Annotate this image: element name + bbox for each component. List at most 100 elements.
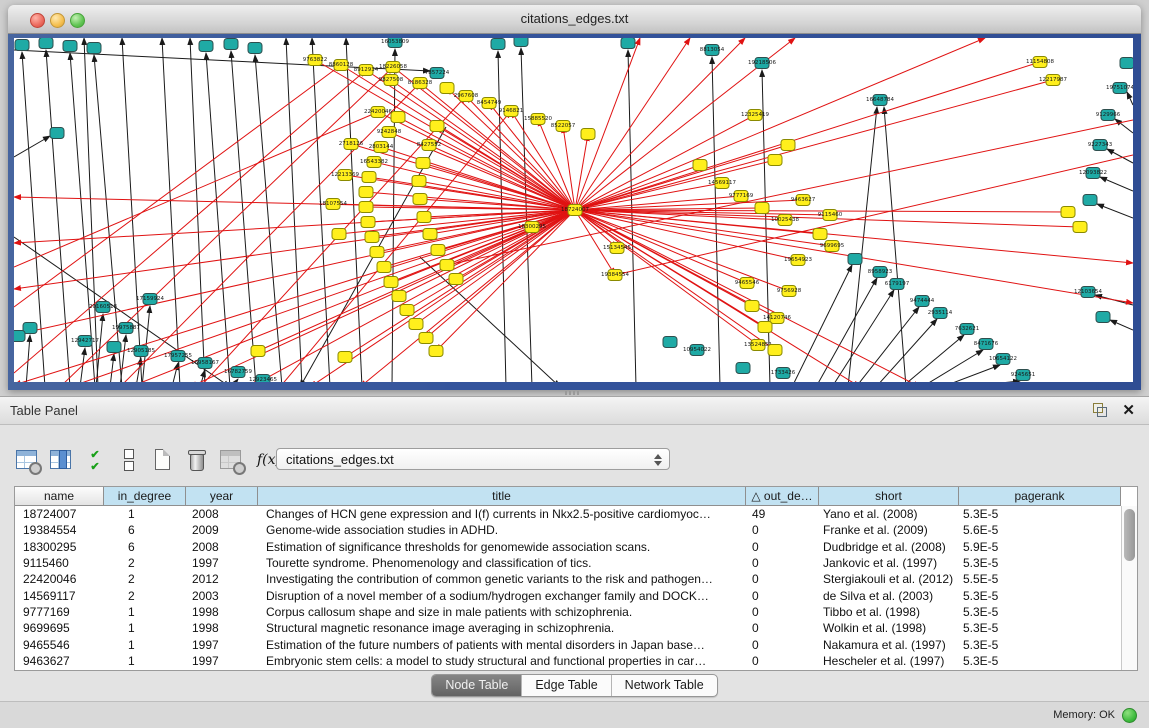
- graph-node[interactable]: [491, 39, 505, 50]
- graph-node[interactable]: [413, 194, 427, 205]
- panel-divider-grip[interactable]: [565, 391, 581, 395]
- memory-status-indicator[interactable]: [1122, 708, 1137, 723]
- column-header-pagerank[interactable]: pagerank: [959, 487, 1121, 506]
- graph-node[interactable]: [392, 291, 406, 302]
- graph-node[interactable]: [248, 43, 262, 54]
- graph-node[interactable]: [400, 305, 414, 316]
- graph-node[interactable]: [15, 40, 29, 51]
- graph-node[interactable]: [370, 247, 384, 258]
- graph-node[interactable]: [1083, 195, 1097, 206]
- graph-node[interactable]: [514, 38, 528, 47]
- cell: 1: [104, 637, 186, 653]
- create-column-icon[interactable]: [150, 447, 176, 473]
- graph-node[interactable]: [429, 346, 443, 357]
- graph-node[interactable]: [14, 331, 25, 342]
- table-row[interactable]: 1872400712008Changes of HCN gene express…: [15, 506, 1137, 522]
- graph-node[interactable]: [423, 229, 437, 240]
- table-row[interactable]: 1938455462009Genome-wide association stu…: [15, 522, 1137, 538]
- table-scrollbar[interactable]: [1121, 506, 1137, 670]
- graph-node[interactable]: [39, 38, 53, 49]
- graph-node[interactable]: [224, 39, 238, 50]
- column-header-in_degree[interactable]: in_degree: [104, 487, 186, 506]
- graph-node[interactable]: [50, 128, 64, 139]
- graph-node[interactable]: [416, 158, 430, 169]
- graph-node[interactable]: [431, 245, 445, 256]
- column-visibility-icon[interactable]: [48, 447, 74, 473]
- graph-node-label: 9756928: [777, 288, 802, 294]
- graph-node[interactable]: [693, 160, 707, 171]
- graph-node[interactable]: [251, 346, 265, 357]
- row-selection-icon[interactable]: ✔✔: [82, 447, 108, 473]
- graph-node[interactable]: [781, 140, 795, 151]
- table-scrollbar-thumb[interactable]: [1124, 509, 1135, 561]
- graph-node[interactable]: [417, 212, 431, 223]
- graph-node[interactable]: [63, 41, 77, 52]
- graph-node-label: 9465546: [735, 280, 760, 286]
- graph-node[interactable]: [768, 345, 782, 356]
- graph-node[interactable]: [391, 112, 405, 123]
- column-header-name[interactable]: name: [15, 487, 104, 506]
- graph-node[interactable]: [338, 352, 352, 363]
- graph-node[interactable]: [384, 277, 398, 288]
- cell: 1: [104, 506, 186, 522]
- graph-node[interactable]: [377, 262, 391, 273]
- table-row[interactable]: 911546021997Tourette syndrome. Phenomeno…: [15, 555, 1137, 571]
- graph-node[interactable]: [365, 232, 379, 243]
- column-header-short[interactable]: short: [819, 487, 959, 506]
- graph-node[interactable]: [745, 301, 759, 312]
- tab-node-table[interactable]: Node Table: [432, 675, 521, 696]
- column-header-year[interactable]: year: [186, 487, 258, 506]
- table-row[interactable]: 2242004622012Investigating the contribut…: [15, 571, 1137, 587]
- graph-node[interactable]: [621, 38, 635, 49]
- table-row[interactable]: 969969511998Structural magnetic resonanc…: [15, 620, 1137, 636]
- graph-node[interactable]: [736, 363, 750, 374]
- table-selector[interactable]: citations_edges.txt: [276, 448, 670, 470]
- graph-node[interactable]: [663, 337, 677, 348]
- tab-network-table[interactable]: Network Table: [611, 675, 717, 696]
- float-panel-icon[interactable]: [1093, 403, 1107, 417]
- graph-node[interactable]: [409, 319, 423, 330]
- graph-node[interactable]: [361, 217, 375, 228]
- graph-node[interactable]: [1120, 58, 1133, 69]
- table-mode-icon[interactable]: [14, 447, 40, 473]
- graph-node[interactable]: [332, 229, 346, 240]
- column-header-title[interactable]: title: [258, 487, 746, 506]
- graph-node[interactable]: [768, 155, 782, 166]
- graph-node[interactable]: [430, 121, 444, 132]
- graph-node[interactable]: [87, 43, 101, 54]
- tab-edge-table[interactable]: Edge Table: [521, 675, 610, 696]
- graph-node[interactable]: [758, 322, 772, 333]
- table-row[interactable]: 946554611997Estimation of the future num…: [15, 636, 1137, 652]
- delete-column-icon[interactable]: [184, 447, 210, 473]
- graph-node[interactable]: [199, 41, 213, 52]
- graph-node[interactable]: [107, 342, 121, 353]
- graph-node[interactable]: [440, 83, 454, 94]
- graph-node[interactable]: [412, 176, 426, 187]
- network-view[interactable]: 1872400797638228860128891293418226058982…: [14, 38, 1133, 382]
- delete-table-icon[interactable]: [218, 447, 244, 473]
- graph-node[interactable]: [362, 172, 376, 183]
- graph-node-label: 7632621: [955, 326, 980, 332]
- graph-node[interactable]: [440, 260, 454, 271]
- network-canvas[interactable]: 1872400797638228860128891293418226058982…: [14, 38, 1133, 382]
- network-window-titlebar[interactable]: citations_edges.txt: [8, 5, 1141, 34]
- close-panel-icon[interactable]: ✕: [1122, 401, 1135, 419]
- graph-node-label: 17159924: [136, 296, 164, 302]
- graph-node[interactable]: [581, 129, 595, 140]
- graph-node[interactable]: [813, 229, 827, 240]
- graph-node[interactable]: [1096, 312, 1110, 323]
- table-row[interactable]: 977716911998Corpus callosum shape and si…: [15, 604, 1137, 620]
- column-header-out_de[interactable]: △ out_de…: [746, 487, 819, 506]
- graph-node[interactable]: [755, 203, 769, 214]
- graph-node[interactable]: [359, 187, 373, 198]
- graph-node[interactable]: [1061, 207, 1075, 218]
- graph-node[interactable]: [1073, 222, 1087, 233]
- table-row[interactable]: 946362711997Embryonic stem cells: a mode…: [15, 653, 1137, 669]
- rows-icon[interactable]: [116, 447, 142, 473]
- graph-node[interactable]: [449, 274, 463, 285]
- table-row[interactable]: 1456911722003Disruption of a novel membe…: [15, 587, 1137, 603]
- graph-node[interactable]: [359, 202, 373, 213]
- graph-node[interactable]: [848, 254, 862, 265]
- table-row[interactable]: 1830029562008Estimation of significance …: [15, 539, 1137, 555]
- graph-node[interactable]: [419, 333, 433, 344]
